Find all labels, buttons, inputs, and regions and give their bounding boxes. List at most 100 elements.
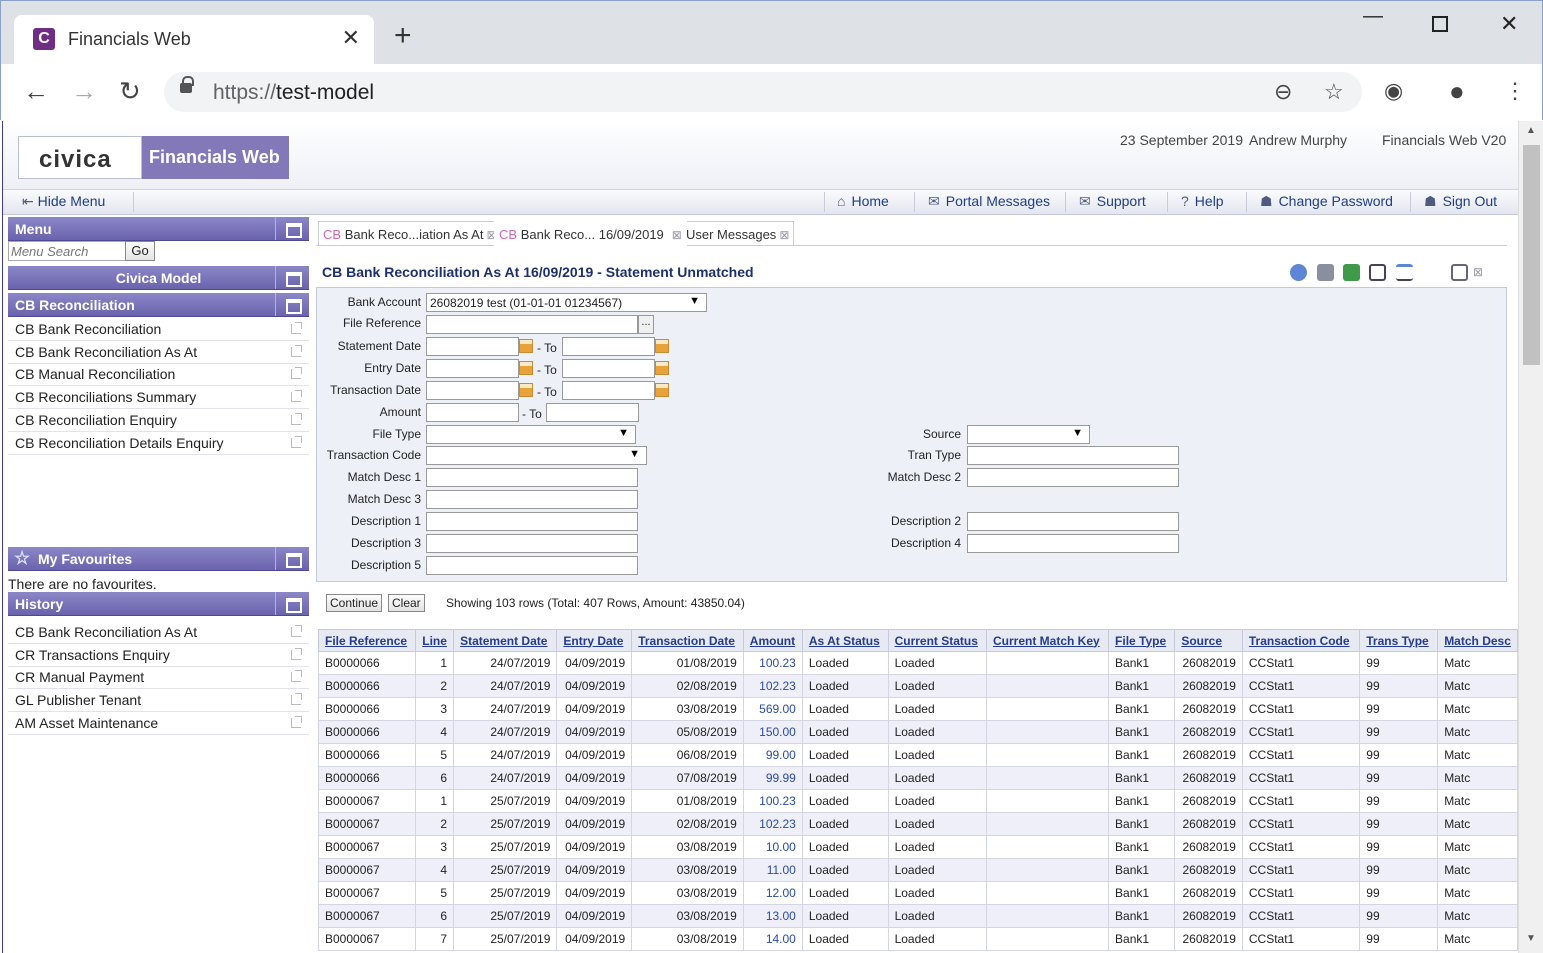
file-reference-input[interactable] (426, 315, 638, 334)
tab-bank-reco-as-at[interactable]: CB Bank Reco...iation As At ⊠ (318, 221, 502, 245)
table-row[interactable]: B0000066 6 24/07/2019 04/09/2019 07/08/2019 9… (317, 766, 1518, 790)
back-icon[interactable]: ← (23, 76, 49, 106)
column-header[interactable]: Line (415, 629, 455, 652)
file-type-select[interactable]: ▼ (426, 425, 636, 444)
scroll-down-icon[interactable]: ▼ (1526, 933, 1536, 944)
calendar-icon[interactable] (655, 339, 669, 353)
calendar-icon[interactable] (519, 361, 533, 375)
transaction-date-to-input[interactable] (562, 381, 655, 400)
hide-menu-link[interactable]: ⇤ Hide Menu (22, 193, 105, 210)
extension-icon[interactable]: ◉ (1384, 76, 1403, 106)
open-window-icon[interactable] (291, 625, 302, 637)
column-header[interactable]: Source (1174, 629, 1243, 652)
menu-search-input[interactable] (8, 241, 126, 261)
open-window-icon[interactable] (291, 436, 302, 448)
open-window-icon[interactable] (291, 693, 302, 705)
table-row[interactable]: B0000067 3 25/07/2019 04/09/2019 03/08/2019 1… (317, 835, 1518, 859)
menu-item-cb-reconciliation-enquiry[interactable]: CB Reconciliation Enquiry (8, 409, 309, 432)
column-header[interactable]: Entry Date (556, 629, 633, 652)
description-5-input[interactable] (426, 556, 638, 575)
column-header[interactable]: Transaction Code (1241, 629, 1361, 652)
tab-user-messages[interactable]: User Messages ⊠ (681, 221, 795, 245)
match-desc-1-input[interactable] (426, 468, 638, 487)
open-window-icon[interactable] (291, 670, 302, 682)
print-icon[interactable] (1317, 264, 1334, 281)
zoom-icon[interactable]: ⊖ (1274, 79, 1292, 105)
home-link[interactable]: ⌂ Home (837, 193, 889, 209)
column-header[interactable]: Match Desc (1437, 629, 1518, 652)
open-window-icon[interactable] (291, 322, 302, 334)
open-window-icon[interactable] (291, 367, 302, 379)
close-form-icon[interactable]: ⊠ (1473, 265, 1483, 279)
address-bar[interactable]: https://test-model ⊖ ☆ (164, 72, 1362, 112)
cb-reconciliation-header[interactable]: CB Reconciliation (8, 293, 309, 317)
column-header[interactable]: Amount (742, 629, 803, 652)
window-close-icon[interactable]: ✕ (1500, 11, 1518, 37)
table-row[interactable]: B0000066 2 24/07/2019 04/09/2019 02/08/2019 1… (317, 674, 1518, 698)
help-icon[interactable] (1290, 264, 1307, 281)
history-toggle-icon[interactable] (275, 592, 309, 615)
scroll-up-icon[interactable]: ▲ (1526, 125, 1536, 136)
page-scrollbar[interactable]: ▲ ▼ (1518, 121, 1543, 953)
open-window-icon[interactable] (291, 345, 302, 357)
support-link[interactable]: ✉ Support (1079, 193, 1146, 210)
tab-bank-reco-current[interactable]: CB Bank Reco... 16/09/2019 ⊠ (494, 221, 687, 246)
excel-export-icon[interactable] (1343, 264, 1360, 281)
column-header[interactable]: File Type (1108, 629, 1176, 652)
description-4-input[interactable] (967, 534, 1179, 553)
close-tab-icon[interactable]: ⊠ (779, 228, 789, 242)
window-restore-icon[interactable] (1451, 264, 1468, 281)
calendar-icon[interactable] (519, 383, 533, 397)
table-row[interactable]: B0000067 4 25/07/2019 04/09/2019 03/08/2019 1… (317, 858, 1518, 882)
open-window-icon[interactable] (291, 648, 302, 660)
continue-button[interactable]: Continue (326, 594, 383, 612)
close-tab-icon[interactable]: ⊠ (672, 228, 682, 242)
new-tab-icon[interactable]: + (394, 21, 412, 51)
description-3-input[interactable] (426, 534, 638, 553)
table-row[interactable]: B0000066 3 24/07/2019 04/09/2019 03/08/2019 5… (317, 697, 1518, 721)
model-panel-header[interactable]: Civica Model (8, 266, 309, 290)
table-row[interactable]: B0000066 4 24/07/2019 04/09/2019 05/08/2019 1… (317, 720, 1518, 744)
history-item[interactable]: CB Bank Reconciliation As At (8, 621, 309, 644)
table-row[interactable]: B0000066 1 24/07/2019 04/09/2019 01/08/2019 1… (317, 651, 1518, 675)
table-row[interactable]: B0000067 7 25/07/2019 04/09/2019 03/08/2019 1… (317, 927, 1518, 951)
bookmark-star-icon[interactable]: ☆ (1324, 79, 1344, 105)
match-desc-2-input[interactable] (967, 468, 1179, 487)
history-item[interactable]: AM Asset Maintenance (8, 712, 309, 735)
entry-date-to-input[interactable] (562, 359, 655, 378)
portal-messages-link[interactable]: ✉ Portal Messages (928, 193, 1050, 210)
filter-toggle-icon[interactable] (1396, 264, 1413, 281)
table-row[interactable]: B0000067 2 25/07/2019 04/09/2019 02/08/2019 1… (317, 812, 1518, 836)
transaction-date-from-input[interactable] (426, 381, 519, 400)
open-window-icon[interactable] (291, 716, 302, 728)
profile-icon[interactable]: ● (1449, 76, 1465, 106)
scrollbar-thumb[interactable] (1523, 145, 1540, 365)
column-select-icon[interactable] (1369, 264, 1386, 281)
column-header[interactable]: Current Match Key (985, 629, 1110, 652)
source-select[interactable]: ▼ (967, 425, 1090, 444)
bank-account-select[interactable]: 26082019 test (01-01-01 01234567) ▼ (426, 293, 707, 312)
menu-item-cb-reconciliations-summary[interactable]: CB Reconciliations Summary (8, 386, 309, 409)
table-row[interactable]: B0000067 5 25/07/2019 04/09/2019 03/08/2019 1… (317, 881, 1518, 905)
calendar-icon[interactable] (655, 383, 669, 397)
calendar-icon[interactable] (519, 339, 533, 353)
statement-date-from-input[interactable] (426, 337, 519, 356)
column-header[interactable]: Trans Type (1359, 629, 1439, 652)
open-window-icon[interactable] (291, 390, 302, 402)
description-1-input[interactable] (426, 512, 638, 531)
table-row[interactable]: B0000066 5 24/07/2019 04/09/2019 06/08/2019 9… (317, 743, 1518, 767)
favourites-toggle-icon[interactable] (275, 547, 309, 570)
help-link[interactable]: ? Help (1181, 193, 1224, 209)
calendar-icon[interactable] (655, 361, 669, 375)
menu-item-cb-bank-reconciliation[interactable]: CB Bank Reconciliation (8, 318, 309, 341)
forward-icon[interactable]: → (71, 76, 97, 106)
menu-item-cb-bank-reconciliation-as-at[interactable]: CB Bank Reconciliation As At (8, 341, 309, 364)
column-header[interactable]: Statement Date (453, 629, 558, 652)
table-row[interactable]: B0000067 1 25/07/2019 04/09/2019 01/08/2019 1… (317, 789, 1518, 813)
transaction-code-select[interactable]: ▼ (426, 446, 647, 465)
amount-from-input[interactable] (426, 403, 519, 422)
sign-out-link[interactable]: ☗ Sign Out (1424, 193, 1497, 210)
open-window-icon[interactable] (291, 413, 302, 425)
clear-button[interactable]: Clear (388, 594, 425, 612)
history-item[interactable]: GL Publisher Tenant (8, 689, 309, 712)
